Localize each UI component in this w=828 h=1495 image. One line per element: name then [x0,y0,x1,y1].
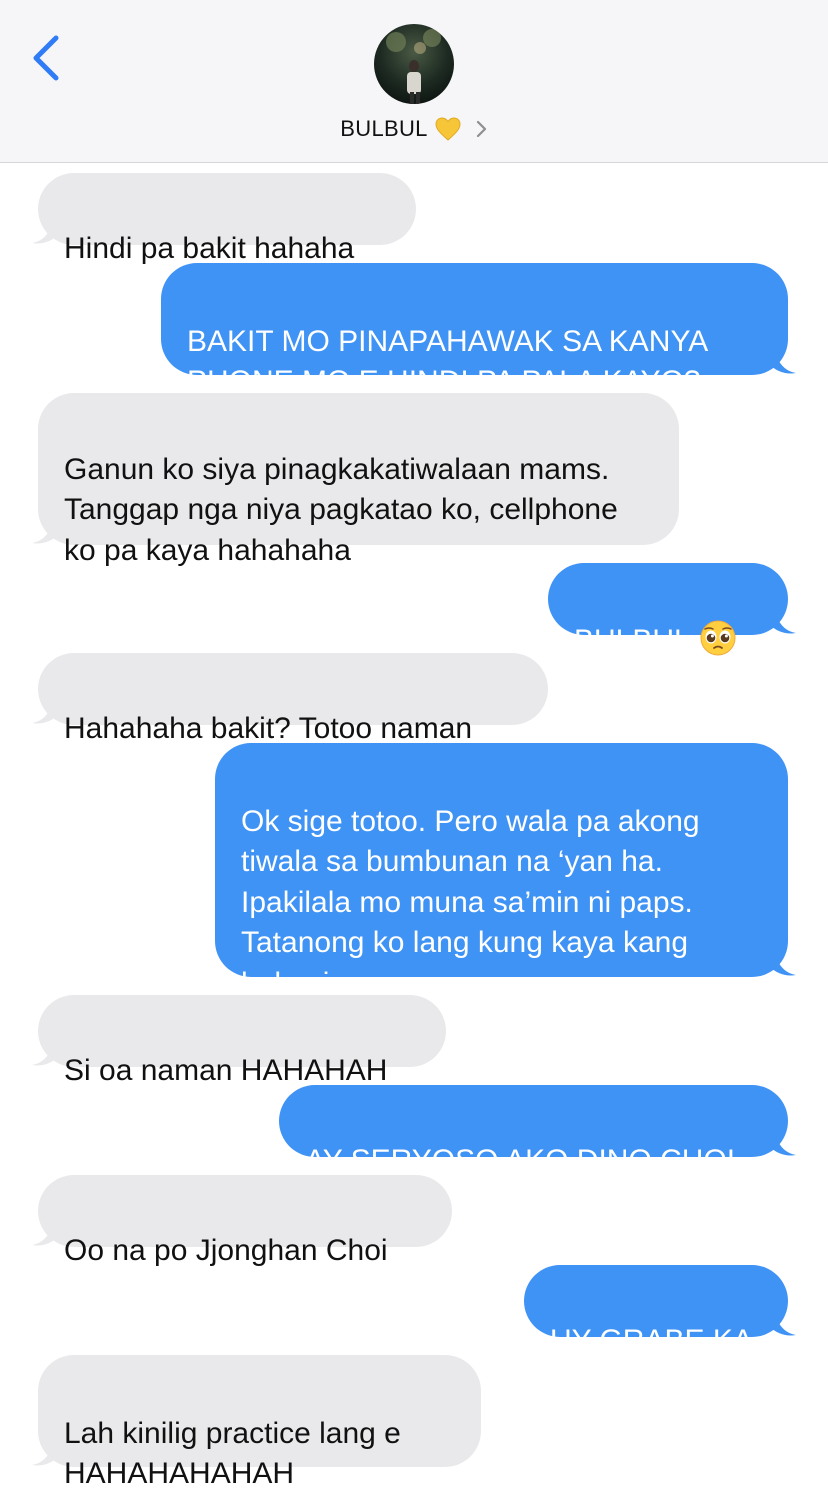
chevron-left-icon [33,35,59,81]
message-text: AY SERYOSO AKO DINO CHOI [305,1143,736,1177]
message-outgoing[interactable]: AY SERYOSO AKO DINO CHOI [279,1085,788,1177]
message-outgoing[interactable]: BAKIT MO PINAPAHAWAK SA KANYA PHONE MO E… [161,263,788,398]
message-incoming[interactable]: Si oa naman HAHAHAH [38,995,446,1087]
message-text: Si oa naman HAHAHAH [64,1053,388,1087]
bubble-tail [32,699,58,724]
message-thread[interactable]: Hindi pa bakit hahaha BAKIT MO PINAPAHAW… [0,163,828,1490]
message-incoming[interactable]: Ganun ko siya pinagkakatiwalaan mams. Ta… [38,393,679,567]
contact-details-button[interactable]: BULBUL [0,112,828,146]
message-outgoing[interactable]: BULBUL [548,563,788,657]
message-incoming[interactable]: Hindi pa bakit hahaha [38,173,416,265]
bubble-tail [32,1221,58,1246]
pleading-face-icon [700,620,736,655]
bubble-tail [32,1441,58,1466]
bubble-tail [770,609,796,634]
message-text: Oo na po Jjonghan Choi [64,1233,388,1267]
yellow-heart-icon [435,117,461,141]
message-outgoing[interactable]: Ok sige totoo. Pero wala pa akong tiwala… [215,743,788,1000]
message-outgoing[interactable]: UY GRABE KA [524,1265,788,1357]
message-text: Hindi pa bakit hahaha [64,231,355,265]
bubble-tail [32,219,58,244]
bubble-tail [32,519,58,544]
chevron-right-icon [476,120,486,138]
conversation-header: BULBUL [0,0,828,163]
bubble-tail [770,951,796,976]
bubble-tail [32,1041,58,1066]
message-incoming[interactable]: Hahahaha bakit? Totoo naman [38,653,548,745]
avatar[interactable] [374,24,454,104]
message-incoming[interactable]: Lah kinilig practice lang e HAHAHAHAHAH [38,1355,481,1490]
bubble-tail [770,1131,796,1156]
message-text: BAKIT MO PINAPAHAWAK SA KANYA PHONE MO E… [187,324,707,399]
back-button[interactable] [26,30,66,86]
contact-name: BULBUL [340,116,428,141]
message-text: Ok sige totoo. Pero wala pa akong tiwala… [241,804,700,1000]
message-text: UY GRABE KA [550,1323,753,1357]
message-text: Ganun ko siya pinagkakatiwalaan mams. Ta… [64,452,618,567]
message-text: Lah kinilig practice lang e HAHAHAHAHAH [64,1416,401,1491]
bubble-tail [770,349,796,374]
message-incoming[interactable]: Oo na po Jjonghan Choi [38,1175,452,1267]
avatar-photo [374,24,454,104]
message-text: BULBUL [574,623,691,657]
bubble-tail [770,1311,796,1336]
message-text: Hahahaha bakit? Totoo naman [64,711,473,745]
